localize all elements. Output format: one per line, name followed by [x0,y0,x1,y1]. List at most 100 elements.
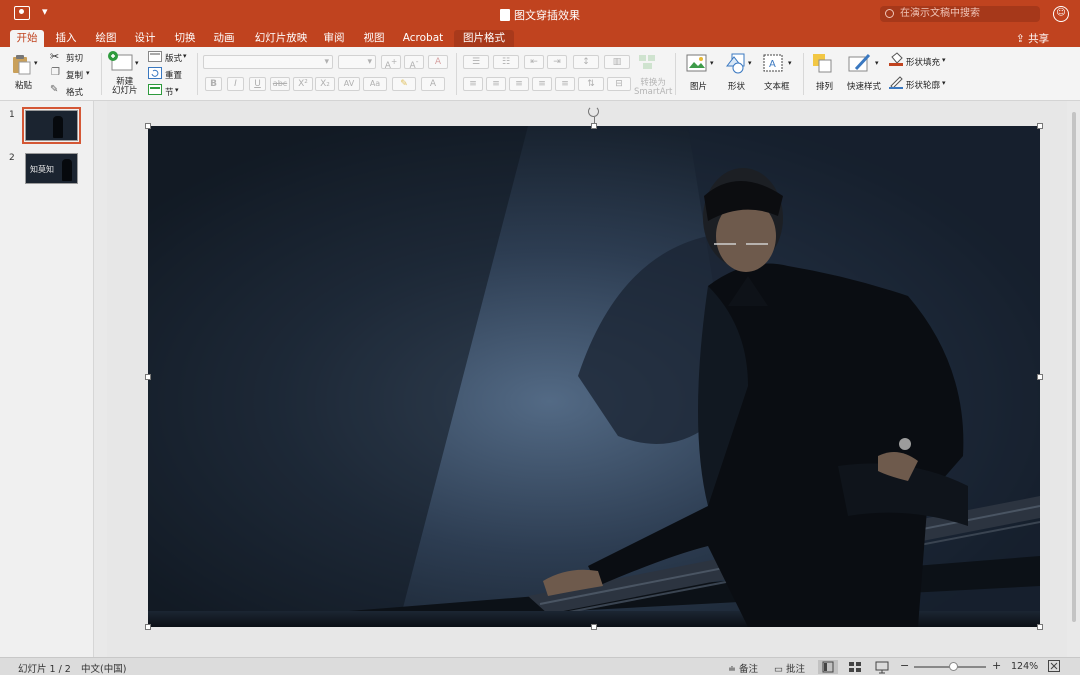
italic-button[interactable]: I [227,77,244,91]
notes-button[interactable]: ≐ 备注 [728,661,758,675]
tab-view[interactable]: 视图 [358,30,390,47]
align-center-button[interactable]: ≡ [486,77,506,91]
tab-transitions[interactable]: 切换 [169,30,201,47]
increase-font-button[interactable]: A+ [381,55,401,71]
align-right-button[interactable]: ≡ [509,77,529,91]
strikethrough-button[interactable]: abc [270,77,290,91]
line-spacing-button[interactable]: ↕ [573,55,599,69]
resize-handle-right[interactable] [1037,374,1043,380]
resize-handle-bottom-left[interactable] [145,624,151,630]
justify-icon: ≡ [538,79,546,89]
language-indicator[interactable]: 中文(中国) [81,661,126,675]
superscript-button[interactable]: X² [293,77,313,91]
distributed-button[interactable]: ≡ [555,77,575,91]
reading-view-icon [875,661,889,674]
search-input[interactable]: 在演示文稿中搜索 [880,6,1040,22]
subscript-button[interactable]: X₂ [315,77,335,91]
status-bar: 幻灯片 1 / 2 中文(中国) ≐ 备注 ▭ 批注 − + 124% [0,657,1080,675]
resize-handle-top[interactable] [591,123,597,129]
tab-insert[interactable]: 插入 [50,30,82,47]
align-text-icon: ⊟ [615,79,623,89]
document-icon [500,9,510,21]
normal-view-button[interactable] [818,660,838,674]
tab-animations[interactable]: 动画 [208,30,240,47]
align-left-button[interactable]: ≡ [463,77,483,91]
comments-button[interactable]: ▭ 批注 [774,661,805,675]
chevron-down-icon: ▾ [367,57,372,67]
decrease-indent-button[interactable]: ⇤ [524,55,544,69]
chevron-down-icon: ▾ [748,59,752,67]
bullets-button[interactable]: ☰ [463,55,489,69]
resize-handle-top-left[interactable] [145,123,151,129]
svg-text:A: A [769,59,776,70]
numbering-button[interactable]: ☷ [493,55,519,69]
font-size-select[interactable]: ▾ [338,55,376,69]
zoom-slider-knob[interactable] [949,662,958,671]
format-painter-icon: ✎ [50,84,59,95]
bold-button[interactable]: B [205,77,222,91]
ribbon-separator [456,53,457,95]
resize-handle-left[interactable] [145,374,151,380]
numbering-icon: ☷ [501,57,511,67]
font-name-select[interactable]: ▾ [203,55,333,69]
clear-format-button[interactable]: A [428,55,448,69]
bullets-icon: ☰ [471,57,481,67]
align-right-icon: ≡ [515,79,523,89]
rotate-handle-icon[interactable] [588,106,599,117]
chevron-down-icon: ▾ [183,52,187,60]
change-case-button[interactable]: Aa [363,77,387,91]
zoom-out-button[interactable]: − [900,659,909,672]
font-color-button[interactable]: A [421,77,445,91]
slide-picture[interactable] [148,126,1040,627]
slide-number: 2 [9,153,15,163]
tab-picture-format[interactable]: 图片格式 [454,30,514,47]
highlight-button[interactable]: ✎ [392,77,416,91]
tab-acrobat[interactable]: Acrobat [398,30,448,47]
tab-review[interactable]: 审阅 [318,30,350,47]
tab-draw[interactable]: 绘图 [90,30,122,47]
vertical-scrollbar[interactable] [1072,112,1076,652]
picture-icon [686,54,707,72]
shapes-icon [725,53,745,74]
quick-styles-icon [848,53,871,72]
tab-home[interactable]: 开始 [10,30,44,47]
smartart-icon [639,55,655,69]
share-button[interactable]: ⇪ 共享 [1016,31,1049,46]
decrease-font-button[interactable]: A- [404,55,424,71]
fit-window-icon [1048,660,1060,672]
paint-bucket-icon [889,52,903,66]
chevron-down-icon: ▾ [875,59,879,67]
tab-design[interactable]: 设计 [129,30,161,47]
smiley-feedback-icon[interactable]: ☺ [1053,6,1069,22]
textbox-icon: A [763,54,783,72]
columns-button[interactable]: ▥ [604,55,630,69]
slide-number: 1 [9,110,15,120]
zoom-level[interactable]: 124% [1011,661,1038,672]
slide-sorter-button[interactable] [845,660,865,674]
title-bar: ▾ 图文穿插效果 在演示文稿中搜索 ☺ [0,0,1080,28]
resize-handle-top-right[interactable] [1037,123,1043,129]
chevron-down-icon: ▾ [710,59,714,67]
indent-icon: ⇥ [553,57,561,67]
increase-indent-button[interactable]: ⇥ [547,55,567,69]
comment-icon: ▭ [774,664,783,675]
new-slide-icon [108,51,133,71]
reset-icon [148,67,162,79]
text-direction-button[interactable]: ⇅ [578,77,604,91]
underline-button[interactable]: U [249,77,266,91]
scrollbar-thumb[interactable] [1072,112,1076,622]
resize-handle-bottom[interactable] [591,624,597,630]
reading-view-button[interactable] [872,660,892,674]
search-icon [885,9,894,18]
fit-to-window-button[interactable] [1048,660,1060,675]
justify-button[interactable]: ≡ [532,77,552,91]
ribbon-separator [803,53,804,95]
character-spacing-button[interactable]: AV [338,77,360,91]
zoom-in-button[interactable]: + [992,659,1001,672]
resize-handle-bottom-right[interactable] [1037,624,1043,630]
tab-slideshow[interactable]: 幻灯片放映 [250,30,312,47]
slide-thumbnail-1[interactable] [22,107,81,144]
chevron-down-icon: ▾ [788,59,792,67]
align-text-button[interactable]: ⊟ [607,77,631,91]
slide-thumbnail-2[interactable]: 知莫知 [25,153,78,184]
